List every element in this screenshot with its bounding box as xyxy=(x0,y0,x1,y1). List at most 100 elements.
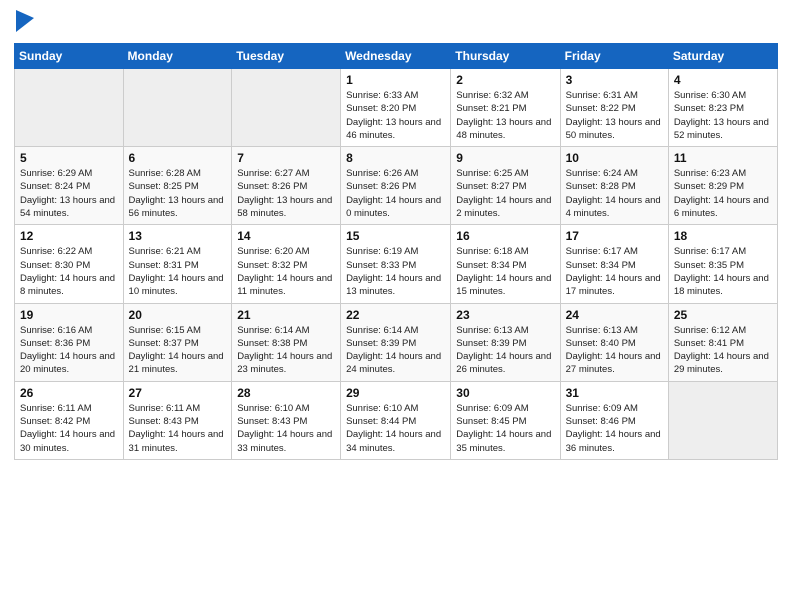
calendar-weekday-header: Friday xyxy=(560,44,668,69)
day-number: 29 xyxy=(346,386,445,400)
day-number: 7 xyxy=(237,151,335,165)
calendar-day-cell: 1Sunrise: 6:33 AMSunset: 8:20 PMDaylight… xyxy=(341,69,451,147)
calendar-header-row: SundayMondayTuesdayWednesdayThursdayFrid… xyxy=(15,44,778,69)
calendar-day-cell: 9 Sunrise: 6:25 AMSunset: 8:27 PMDaylight… xyxy=(451,147,560,225)
calendar-week-row: 1Sunrise: 6:33 AMSunset: 8:20 PMDaylight… xyxy=(15,69,778,147)
day-number: 4 xyxy=(674,73,772,87)
calendar-day-cell: 7 Sunrise: 6:27 AMSunset: 8:26 PMDaylight… xyxy=(232,147,341,225)
day-number: 21 xyxy=(237,308,335,322)
day-number: 28 xyxy=(237,386,335,400)
day-number: 6 xyxy=(129,151,227,165)
day-number: 31 xyxy=(566,386,663,400)
calendar-weekday-header: Tuesday xyxy=(232,44,341,69)
day-info: Sunrise: 6:31 AMSunset: 8:22 PMDaylight:… xyxy=(566,89,663,142)
day-number: 14 xyxy=(237,229,335,243)
calendar-day-cell: 4 Sunrise: 6:30 AMSunset: 8:23 PMDaylight… xyxy=(668,69,777,147)
day-info: Sunrise: 6:21 AMSunset: 8:31 PMDaylight:… xyxy=(129,245,227,298)
day-info: Sunrise: 6:12 AMSunset: 8:41 PMDaylight:… xyxy=(674,324,772,377)
calendar-day-cell xyxy=(123,69,232,147)
day-number: 15 xyxy=(346,229,445,243)
calendar-day-cell: 29 Sunrise: 6:10 AMSunset: 8:44 PMDayligh… xyxy=(341,381,451,459)
day-number: 16 xyxy=(456,229,554,243)
day-number: 17 xyxy=(566,229,663,243)
day-number: 19 xyxy=(20,308,118,322)
header xyxy=(14,10,778,37)
day-info: Sunrise: 6:13 AMSunset: 8:40 PMDaylight:… xyxy=(566,324,663,377)
calendar-day-cell: 11 Sunrise: 6:23 AMSunset: 8:29 PMDayligh… xyxy=(668,147,777,225)
day-info: Sunrise: 6:29 AMSunset: 8:24 PMDaylight:… xyxy=(20,167,118,220)
day-number: 3 xyxy=(566,73,663,87)
calendar-day-cell: 18 Sunrise: 6:17 AMSunset: 8:35 PMDayligh… xyxy=(668,225,777,303)
day-info: Sunrise: 6:27 AMSunset: 8:26 PMDaylight:… xyxy=(237,167,335,220)
day-number: 26 xyxy=(20,386,118,400)
calendar-day-cell: 24Sunrise: 6:13 AMSunset: 8:40 PMDayligh… xyxy=(560,303,668,381)
calendar-day-cell: 21 Sunrise: 6:14 AMSunset: 8:38 PMDayligh… xyxy=(232,303,341,381)
day-number: 2 xyxy=(456,73,554,87)
day-info: Sunrise: 6:14 AMSunset: 8:38 PMDaylight:… xyxy=(237,324,335,377)
day-number: 18 xyxy=(674,229,772,243)
day-number: 11 xyxy=(674,151,772,165)
day-info: Sunrise: 6:17 AMSunset: 8:35 PMDaylight:… xyxy=(674,245,772,298)
calendar-day-cell: 19 Sunrise: 6:16 AMSunset: 8:36 PMDayligh… xyxy=(15,303,124,381)
calendar-weekday-header: Monday xyxy=(123,44,232,69)
day-number: 22 xyxy=(346,308,445,322)
calendar-day-cell: 27 Sunrise: 6:11 AMSunset: 8:43 PMDayligh… xyxy=(123,381,232,459)
logo xyxy=(14,10,34,37)
calendar-day-cell: 16 Sunrise: 6:18 AMSunset: 8:34 PMDayligh… xyxy=(451,225,560,303)
calendar-day-cell: 6 Sunrise: 6:28 AMSunset: 8:25 PMDaylight… xyxy=(123,147,232,225)
day-number: 9 xyxy=(456,151,554,165)
calendar-day-cell: 13 Sunrise: 6:21 AMSunset: 8:31 PMDayligh… xyxy=(123,225,232,303)
day-number: 13 xyxy=(129,229,227,243)
day-info: Sunrise: 6:23 AMSunset: 8:29 PMDaylight:… xyxy=(674,167,772,220)
day-info: Sunrise: 6:10 AMSunset: 8:44 PMDaylight:… xyxy=(346,402,445,455)
calendar-week-row: 5 Sunrise: 6:29 AMSunset: 8:24 PMDaylight… xyxy=(15,147,778,225)
day-number: 27 xyxy=(129,386,227,400)
calendar-day-cell: 12 Sunrise: 6:22 AMSunset: 8:30 PMDayligh… xyxy=(15,225,124,303)
calendar-day-cell: 17 Sunrise: 6:17 AMSunset: 8:34 PMDayligh… xyxy=(560,225,668,303)
day-info: Sunrise: 6:28 AMSunset: 8:25 PMDaylight:… xyxy=(129,167,227,220)
day-number: 20 xyxy=(129,308,227,322)
calendar-day-cell: 22 Sunrise: 6:14 AMSunset: 8:39 PMDayligh… xyxy=(341,303,451,381)
calendar-day-cell: 25 Sunrise: 6:12 AMSunset: 8:41 PMDayligh… xyxy=(668,303,777,381)
day-info: Sunrise: 6:15 AMSunset: 8:37 PMDaylight:… xyxy=(129,324,227,377)
day-info: Sunrise: 6:22 AMSunset: 8:30 PMDaylight:… xyxy=(20,245,118,298)
calendar-day-cell xyxy=(668,381,777,459)
day-info: Sunrise: 6:26 AMSunset: 8:26 PMDaylight:… xyxy=(346,167,445,220)
calendar-day-cell: 10Sunrise: 6:24 AMSunset: 8:28 PMDayligh… xyxy=(560,147,668,225)
day-info: Sunrise: 6:33 AMSunset: 8:20 PMDaylight:… xyxy=(346,89,445,142)
day-info: Sunrise: 6:09 AMSunset: 8:46 PMDaylight:… xyxy=(566,402,663,455)
day-info: Sunrise: 6:30 AMSunset: 8:23 PMDaylight:… xyxy=(674,89,772,142)
calendar-day-cell: 28 Sunrise: 6:10 AMSunset: 8:43 PMDayligh… xyxy=(232,381,341,459)
calendar-day-cell: 30Sunrise: 6:09 AMSunset: 8:45 PMDayligh… xyxy=(451,381,560,459)
calendar-day-cell xyxy=(232,69,341,147)
day-info: Sunrise: 6:09 AMSunset: 8:45 PMDaylight:… xyxy=(456,402,554,455)
day-number: 5 xyxy=(20,151,118,165)
calendar-day-cell: 26Sunrise: 6:11 AMSunset: 8:42 PMDayligh… xyxy=(15,381,124,459)
day-info: Sunrise: 6:18 AMSunset: 8:34 PMDaylight:… xyxy=(456,245,554,298)
page: SundayMondayTuesdayWednesdayThursdayFrid… xyxy=(0,0,792,612)
day-info: Sunrise: 6:14 AMSunset: 8:39 PMDaylight:… xyxy=(346,324,445,377)
calendar-day-cell: 31 Sunrise: 6:09 AMSunset: 8:46 PMDayligh… xyxy=(560,381,668,459)
day-number: 12 xyxy=(20,229,118,243)
day-number: 23 xyxy=(456,308,554,322)
calendar-weekday-header: Saturday xyxy=(668,44,777,69)
day-number: 25 xyxy=(674,308,772,322)
day-info: Sunrise: 6:17 AMSunset: 8:34 PMDaylight:… xyxy=(566,245,663,298)
day-info: Sunrise: 6:11 AMSunset: 8:43 PMDaylight:… xyxy=(129,402,227,455)
calendar-day-cell: 2 Sunrise: 6:32 AMSunset: 8:21 PMDaylight… xyxy=(451,69,560,147)
calendar-day-cell: 3 Sunrise: 6:31 AMSunset: 8:22 PMDaylight… xyxy=(560,69,668,147)
day-info: Sunrise: 6:10 AMSunset: 8:43 PMDaylight:… xyxy=(237,402,335,455)
day-info: Sunrise: 6:25 AMSunset: 8:27 PMDaylight:… xyxy=(456,167,554,220)
day-info: Sunrise: 6:16 AMSunset: 8:36 PMDaylight:… xyxy=(20,324,118,377)
day-info: Sunrise: 6:19 AMSunset: 8:33 PMDaylight:… xyxy=(346,245,445,298)
calendar-day-cell: 5 Sunrise: 6:29 AMSunset: 8:24 PMDaylight… xyxy=(15,147,124,225)
day-info: Sunrise: 6:13 AMSunset: 8:39 PMDaylight:… xyxy=(456,324,554,377)
day-number: 8 xyxy=(346,151,445,165)
day-info: Sunrise: 6:20 AMSunset: 8:32 PMDaylight:… xyxy=(237,245,335,298)
calendar-weekday-header: Sunday xyxy=(15,44,124,69)
calendar-day-cell xyxy=(15,69,124,147)
day-info: Sunrise: 6:32 AMSunset: 8:21 PMDaylight:… xyxy=(456,89,554,142)
day-number: 10 xyxy=(566,151,663,165)
calendar-weekday-header: Thursday xyxy=(451,44,560,69)
calendar-weekday-header: Wednesday xyxy=(341,44,451,69)
